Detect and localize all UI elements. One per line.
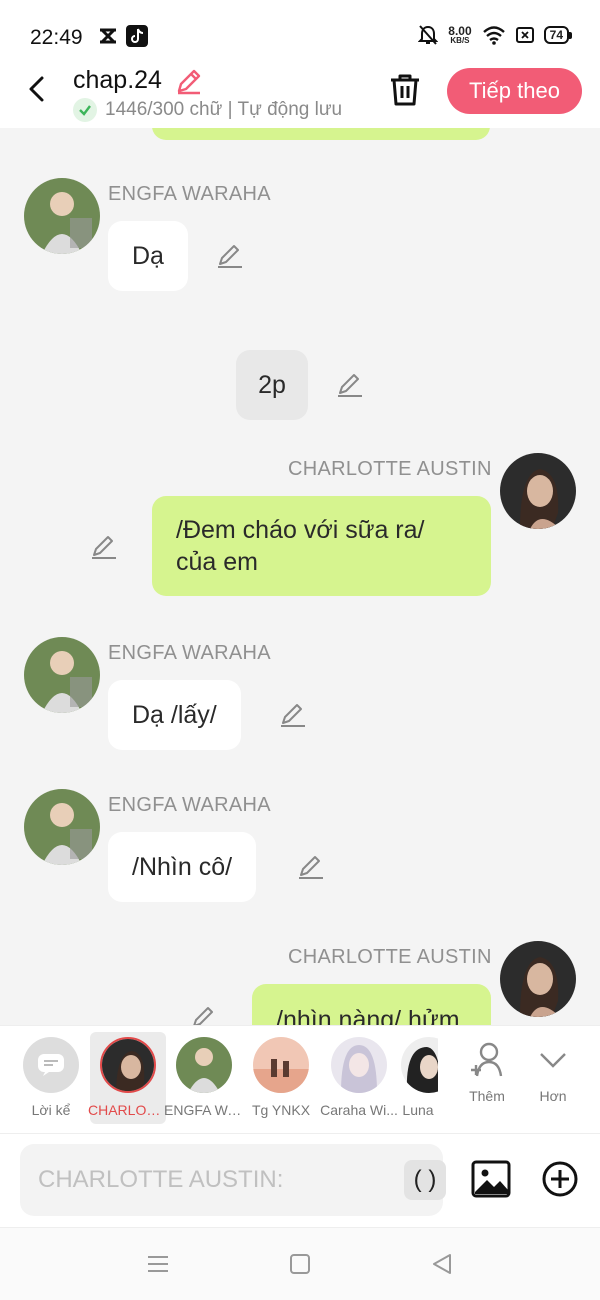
menu-icon[interactable]: [146, 1252, 170, 1276]
avatar-engfa[interactable]: [24, 789, 100, 865]
more-button[interactable]: Hơn: [525, 1026, 581, 1134]
edit-message-icon[interactable]: [190, 1004, 218, 1025]
chat-area[interactable]: ENGFA WARAHA Dạ 2p CHARLOTTE AUSTIN /Đem…: [0, 128, 600, 1025]
sender-name: CHARLOTTE AUSTIN: [288, 458, 492, 480]
avatar: [176, 1037, 232, 1093]
edit-message-icon[interactable]: [279, 701, 307, 729]
input-bar: ( ): [0, 1133, 600, 1227]
character-tg-ynkx[interactable]: Tg YNKX: [243, 1026, 319, 1134]
avatar-engfa[interactable]: [24, 637, 100, 713]
narration-icon: [23, 1037, 79, 1093]
add-user-icon: [471, 1042, 503, 1077]
back-nav-icon[interactable]: [430, 1252, 454, 1276]
bell-off-icon: [418, 25, 439, 45]
edit-message-icon[interactable]: [297, 853, 325, 881]
character-label: Caraha Wi...: [320, 1102, 398, 1118]
message-text-line: /Đem cháo với sữa ra/: [176, 516, 425, 544]
edit-message-icon[interactable]: [216, 242, 244, 270]
character-charlotte[interactable]: CHARLOTTE AUSTIN: [88, 1032, 168, 1124]
character-label: Hơn: [539, 1088, 567, 1104]
capcut-icon: [100, 28, 116, 44]
trash-button[interactable]: [388, 72, 422, 108]
message-input-box: ( ): [20, 1144, 446, 1216]
edit-title-icon[interactable]: [174, 66, 204, 96]
character-label: Tg YNKX: [251, 1102, 311, 1118]
character-engfa[interactable]: ENGFA WARAHA: [164, 1026, 244, 1134]
status-bar: 22:49 8.00 KB/S 74: [0, 0, 600, 62]
character-narrator[interactable]: Lời kể: [14, 1026, 88, 1134]
message-bubble[interactable]: Dạ: [108, 221, 188, 291]
avatar: [253, 1037, 309, 1093]
back-button[interactable]: [22, 74, 52, 104]
message-bubble[interactable]: /Đem cháo với sữa ra/ của em: [152, 496, 491, 596]
avatar: [331, 1037, 387, 1093]
add-icon[interactable]: [541, 1160, 579, 1198]
chapter-title: chap.24: [73, 66, 162, 94]
character-label: CHARLOTTE AUSTIN: [88, 1102, 168, 1118]
screen-icon: [515, 27, 534, 43]
status-time: 22:49: [30, 26, 83, 49]
message-bubble[interactable]: /nhìn nàng/ hửm: [252, 984, 491, 1025]
character-selector: Lời kể CHARLOTTE AUSTIN ENGFA WARAHA Tg …: [0, 1025, 600, 1133]
character-label: ENGFA WARAHA: [164, 1102, 244, 1118]
avatar-charlotte[interactable]: [500, 453, 576, 529]
edit-message-icon[interactable]: [336, 371, 364, 399]
word-count-status: 1446/300 chữ | Tự động lưu: [73, 98, 342, 122]
add-character-button[interactable]: Thêm: [455, 1026, 519, 1134]
avatar-engfa[interactable]: [24, 178, 100, 254]
character-luna[interactable]: Luna: [398, 1026, 438, 1134]
avatar-charlotte[interactable]: [500, 941, 576, 1017]
battery-icon: 74: [543, 26, 572, 44]
image-icon[interactable]: [471, 1160, 511, 1198]
sender-name: CHARLOTTE AUSTIN: [288, 946, 492, 968]
chevron-down-icon: [540, 1053, 566, 1068]
network-speed: 8.00 KB/S: [448, 24, 472, 45]
sender-name: ENGFA WARAHA: [108, 794, 271, 816]
avatar: [100, 1037, 156, 1093]
message-text-line: của em: [176, 548, 258, 576]
status-right-icons: 8.00 KB/S 74: [418, 24, 572, 46]
home-icon[interactable]: [288, 1252, 312, 1276]
check-icon: [73, 98, 97, 122]
tiktok-icon: [126, 25, 148, 47]
character-label: Luna: [402, 1102, 434, 1118]
message-bubble[interactable]: Dạ /lấy/: [108, 680, 241, 750]
character-caraha[interactable]: Caraha Wi...: [319, 1026, 399, 1134]
edit-message-icon[interactable]: [90, 533, 118, 561]
sender-name: ENGFA WARAHA: [108, 183, 271, 205]
message-bubble-cutoff[interactable]: [152, 128, 490, 140]
next-button[interactable]: Tiếp theo: [447, 68, 582, 114]
avatar: [401, 1037, 438, 1093]
action-parentheses-button[interactable]: ( ): [404, 1160, 446, 1200]
message-bubble[interactable]: /Nhìn cô/: [108, 832, 257, 902]
system-nav-bar: [0, 1227, 600, 1300]
word-count-text: 1446/300 chữ | Tự động lưu: [105, 99, 343, 120]
character-label: Lời kể: [31, 1102, 71, 1118]
sender-name: ENGFA WARAHA: [108, 642, 271, 664]
wifi-icon: [482, 26, 505, 45]
message-input[interactable]: [38, 1144, 378, 1216]
editor-header: chap.24 1446/300 chữ | Tự động lưu Tiếp …: [0, 62, 600, 128]
character-label: Thêm: [469, 1088, 505, 1104]
narration-bubble[interactable]: 2p: [236, 350, 308, 420]
